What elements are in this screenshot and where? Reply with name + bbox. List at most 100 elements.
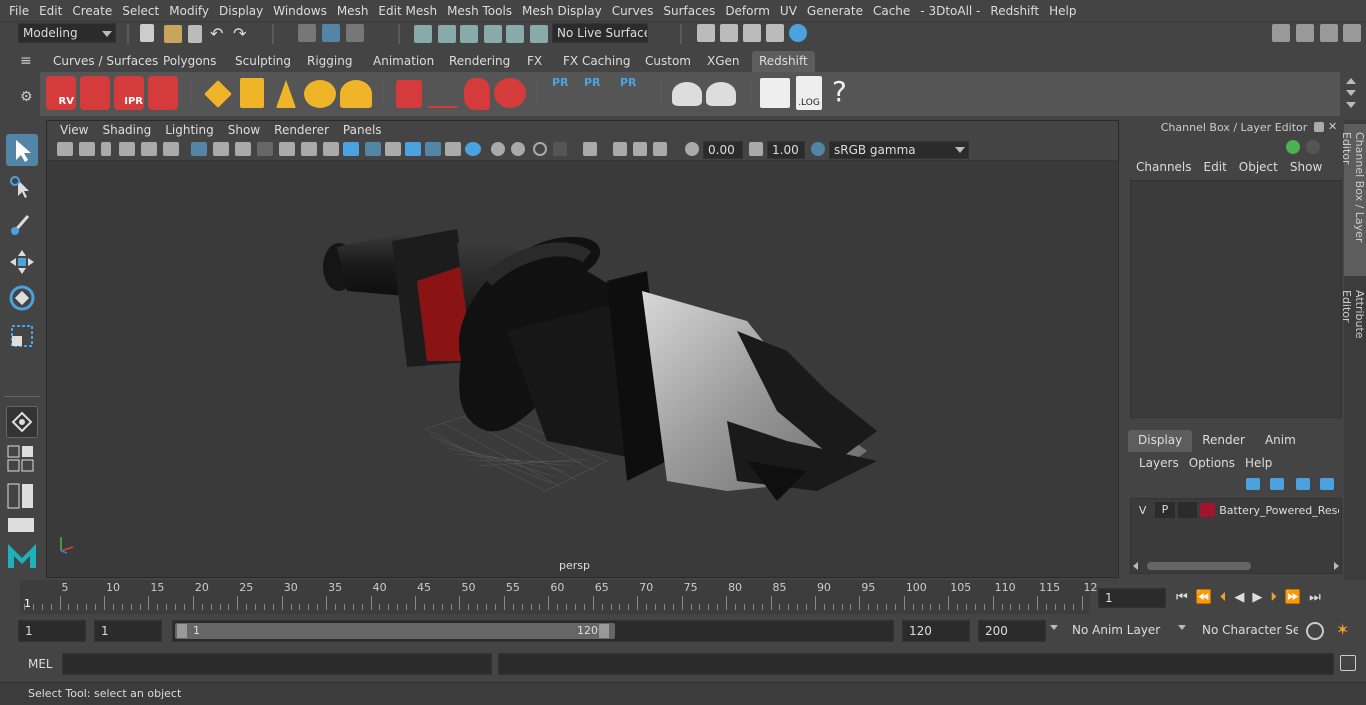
select-object-icon[interactable] [322,24,340,42]
layer-playback-toggle[interactable]: P [1155,502,1175,518]
save-scene-icon[interactable] [188,25,202,43]
close-icon[interactable]: ✕ [1328,121,1338,132]
viewport-menu-show[interactable]: Show [221,123,267,137]
rs-area-light-icon[interactable] [240,78,264,108]
shelf-tab-fx-caching[interactable]: FX Caching [556,51,637,72]
pr-import-icon[interactable]: PR [552,76,576,110]
create-layer-icon[interactable] [1296,478,1310,490]
film-gate-icon[interactable] [213,142,229,156]
redshift-renderview-icon[interactable]: RV [46,76,76,110]
viewport-menu-renderer[interactable]: Renderer [267,123,336,137]
camera-attributes-icon[interactable] [79,142,95,156]
rs-spot-light-icon[interactable] [276,80,296,108]
pr-swap-icon[interactable]: PR [620,76,648,110]
playback-start-field[interactable]: 1 [94,620,162,642]
side-tab-channel-box[interactable]: Channel Box / Layer Editor [1340,124,1366,276]
channel-menu-show[interactable]: Show [1284,160,1328,174]
current-frame-field[interactable]: 1 [1098,588,1166,608]
exposure-field[interactable]: 0.00 [703,141,743,159]
resolution-gate-icon[interactable] [235,142,251,156]
step-back-key-icon[interactable]: ⏴ [1220,590,1235,605]
auto-key-icon[interactable] [1306,622,1324,640]
shelf-tab-xgen[interactable]: XGen [700,51,747,72]
open-scene-icon[interactable] [164,25,182,43]
rotate-tool-icon[interactable] [6,282,38,314]
mode-selector[interactable]: Modeling [18,23,116,43]
select-tool-icon[interactable] [6,134,38,166]
shelf-tab-polygons[interactable]: Polygons [156,51,223,72]
viewport-menu-panels[interactable]: Panels [336,123,389,137]
viewport-menu-lighting[interactable]: Lighting [158,123,221,137]
render-frame-icon[interactable] [697,24,715,42]
viewport-menu-shading[interactable]: Shading [95,123,158,137]
play-forward-icon[interactable]: ▶ [1252,590,1270,605]
hypershade-icon[interactable] [789,24,807,42]
new-scene-icon[interactable] [140,24,154,42]
menu-edit[interactable]: Edit [34,4,67,18]
menu-edit-mesh[interactable]: Edit Mesh [373,4,442,18]
move-layer-up-icon[interactable] [1246,478,1260,490]
shelf-tab-redshift[interactable]: Redshift [752,51,815,72]
move-tool-icon[interactable] [6,246,38,278]
range-bar[interactable]: 1 120 [172,620,894,642]
viewport-menu-view[interactable]: View [53,123,95,137]
gamma-icon[interactable] [749,142,763,156]
select-camera-icon[interactable] [57,142,73,156]
menu-redshift[interactable]: Redshift [985,4,1044,18]
end-time-field[interactable]: 200 [978,620,1046,642]
menu-generate[interactable]: Generate [802,4,868,18]
redshift-settings-icon[interactable] [148,76,178,110]
layer-name[interactable]: Battery_Powered_Resc [1219,504,1339,517]
menu-windows[interactable]: Windows [268,4,332,18]
ambient-occlusion-icon[interactable] [465,142,481,156]
xray-joints-icon[interactable] [613,142,627,156]
layer-row[interactable]: V P Battery_Powered_Resc [1133,501,1339,519]
rs-light-icon[interactable] [204,80,232,108]
channel-list[interactable] [1130,180,1342,418]
menu-mesh-display[interactable]: Mesh Display [517,4,607,18]
render-settings-icon[interactable] [766,24,784,42]
exposure-icon[interactable] [685,142,699,156]
menu-select[interactable]: Select [117,4,164,18]
snap-live-icon[interactable] [530,25,548,43]
motion-blur-icon[interactable] [491,142,505,156]
xray-icon[interactable] [583,142,597,156]
isolate-select-icon[interactable] [553,142,567,156]
shelf-scroll[interactable] [1340,72,1366,116]
step-forward-key-icon[interactable]: ⏵ [1270,590,1285,605]
step-forward-icon[interactable]: ⏩ [1285,590,1309,605]
snap-view-icon[interactable] [484,25,502,43]
channel-menu-edit[interactable]: Edit [1198,160,1233,174]
perspective-viewport[interactable]: View Shading Lighting Show Renderer Panels 0.… [46,120,1119,578]
select-component-icon[interactable] [346,24,364,42]
step-back-icon[interactable]: ⏪ [1196,590,1220,605]
go-to-end-icon[interactable]: ⏭ [1309,590,1329,605]
menu-3dtoall[interactable]: - 3DtoAll - [915,4,985,18]
snap-curve-icon[interactable] [438,25,456,43]
create-layer-from-selected-icon[interactable] [1320,478,1334,490]
2d-pan-zoom-icon[interactable] [141,142,157,156]
smooth-shade-icon[interactable] [365,142,381,156]
playback-end-field[interactable]: 120 [902,620,970,642]
start-time-field[interactable]: 1 [18,620,86,642]
layer-menu-layers[interactable]: Layers [1134,456,1184,470]
float-icon[interactable] [1314,122,1324,132]
tool-settings-toggle-icon[interactable] [1320,24,1338,42]
snap-surface-icon[interactable] [506,25,524,43]
ipr-render-icon[interactable] [743,24,761,42]
time-slider[interactable]: 5 10 15 20 25 30 35 40 45 50 55 60 65 70 75 80 85 90 95 100… [0,580,1366,616]
speed-icon[interactable] [1306,140,1320,154]
pr-export-icon[interactable]: PR [584,76,608,110]
character-set-select[interactable]: No Character Set [1176,621,1298,641]
anti-aliasing-icon[interactable] [511,142,525,156]
shadows-icon[interactable] [445,142,461,156]
menu-surfaces[interactable]: Surfaces [658,4,720,18]
xray-components-icon[interactable] [633,142,647,156]
paint-select-tool-icon[interactable] [6,208,38,240]
lasso-tool-icon[interactable] [6,172,38,204]
rs-script-icon[interactable] [760,78,790,108]
menu-uv[interactable]: UV [775,4,802,18]
layer-scrollbar[interactable] [1133,561,1339,571]
four-pane-layout-icon[interactable] [6,444,38,472]
menu-mesh[interactable]: Mesh [332,4,374,18]
